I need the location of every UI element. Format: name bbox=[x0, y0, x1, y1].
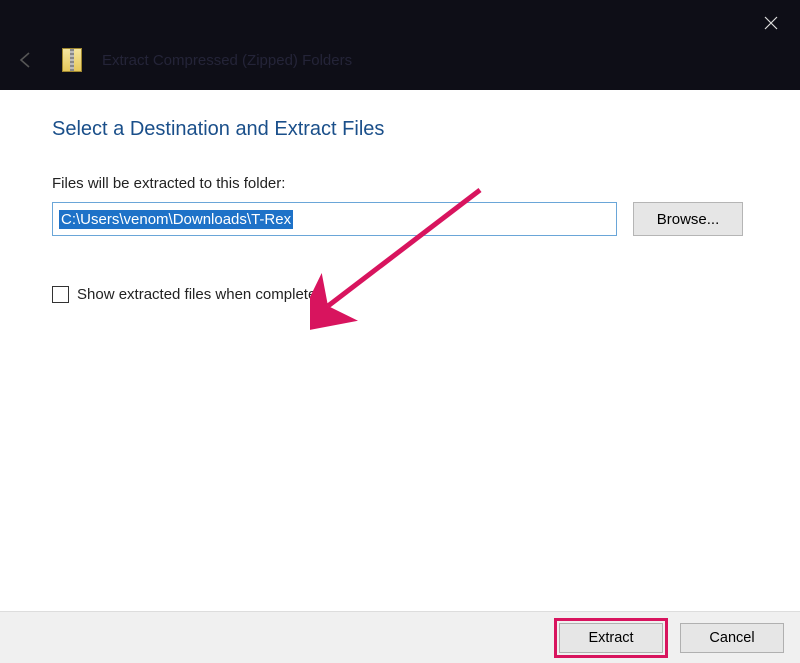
destination-path-input[interactable]: C:\Users\venom\Downloads\T-Rex bbox=[52, 202, 617, 236]
show-files-checkbox-row: Show extracted files when complete bbox=[52, 286, 748, 303]
path-selected-text: C:\Users\venom\Downloads\T-Rex bbox=[59, 210, 293, 229]
dialog-heading: Select a Destination and Extract Files bbox=[52, 118, 748, 141]
cancel-button[interactable]: Cancel bbox=[680, 623, 784, 653]
path-row: C:\Users\venom\Downloads\T-Rex Browse... bbox=[52, 202, 748, 236]
header-row: Extract Compressed (Zipped) Folders bbox=[14, 48, 352, 72]
back-button[interactable] bbox=[14, 48, 38, 72]
extract-button[interactable]: Extract bbox=[559, 623, 663, 653]
zip-folder-icon bbox=[62, 48, 82, 72]
path-field-label: Files will be extracted to this folder: bbox=[52, 175, 748, 192]
close-button[interactable] bbox=[756, 8, 786, 38]
arrow-left-icon bbox=[16, 50, 36, 70]
titlebar: Extract Compressed (Zipped) Folders bbox=[0, 0, 800, 90]
close-icon bbox=[764, 16, 778, 30]
dialog-body: Select a Destination and Extract Files F… bbox=[0, 90, 800, 611]
browse-button[interactable]: Browse... bbox=[633, 202, 743, 236]
window-title: Extract Compressed (Zipped) Folders bbox=[102, 52, 352, 69]
show-files-checkbox-label: Show extracted files when complete bbox=[77, 286, 316, 303]
extract-button-highlight: Extract bbox=[554, 618, 668, 658]
dialog-footer: Extract Cancel bbox=[0, 611, 800, 663]
show-files-checkbox[interactable] bbox=[52, 286, 69, 303]
